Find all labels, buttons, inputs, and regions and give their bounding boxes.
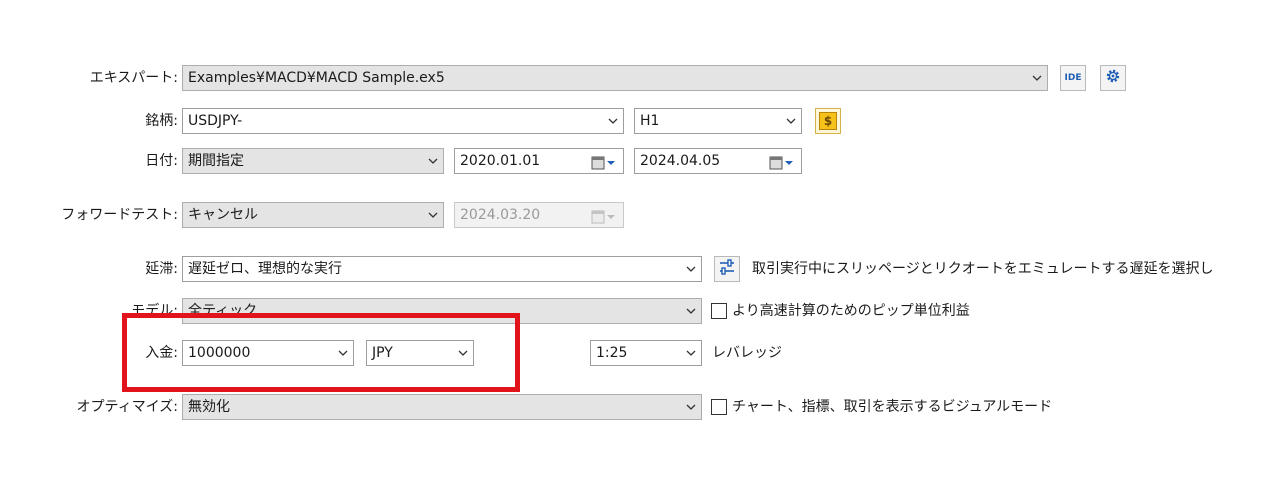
- calendar-icon[interactable]: [591, 154, 617, 170]
- chevron-down-icon: [428, 157, 438, 166]
- currency-icon: $: [819, 112, 837, 130]
- leverage-select[interactable]: 1:25: [590, 340, 702, 366]
- timeframe-value: H1: [640, 113, 660, 129]
- expert-label: エキスパート:: [89, 70, 178, 86]
- forward-mode-select[interactable]: キャンセル: [182, 202, 444, 228]
- calendar-icon: [591, 208, 617, 224]
- optimization-value: 無効化: [188, 399, 230, 415]
- ide-button[interactable]: IDE: [1060, 65, 1086, 91]
- forward-mode-value: キャンセル: [188, 207, 258, 223]
- sliders-icon: [718, 259, 736, 279]
- delay-label: 延滞:: [145, 261, 178, 277]
- chevron-down-icon: [686, 307, 696, 316]
- date-mode-select[interactable]: 期間指定: [182, 148, 444, 174]
- forward-date-value: 2024.03.20: [460, 207, 541, 223]
- chevron-down-icon: [786, 117, 796, 126]
- highlight-box: [122, 313, 520, 392]
- symbol-select[interactable]: USDJPY-: [182, 108, 624, 134]
- symbol-properties-button[interactable]: $: [815, 108, 841, 134]
- forward-date-picker: 2024.03.20: [454, 202, 624, 228]
- date-to-picker[interactable]: 2024.04.05: [634, 148, 802, 174]
- visual-mode-label: チャート、指標、取引を表示するビジュアルモード: [732, 399, 1053, 415]
- chevron-down-icon: [686, 265, 696, 274]
- chevron-down-icon: [608, 117, 618, 126]
- chevron-down-icon: [686, 349, 696, 358]
- optimization-select[interactable]: 無効化: [182, 394, 702, 420]
- timeframe-select[interactable]: H1: [634, 108, 802, 134]
- delay-value: 遅延ゼロ、理想的な実行: [188, 261, 342, 277]
- pips-profit-label: より高速計算のためのピップ単位利益: [732, 303, 970, 319]
- pips-profit-checkbox[interactable]: [711, 303, 727, 319]
- forward-label: フォワードテスト:: [61, 207, 178, 223]
- ide-icon: IDE: [1064, 73, 1082, 83]
- expert-value: Examples¥MACD¥MACD Sample.ex5: [188, 70, 445, 86]
- date-mode-value: 期間指定: [188, 153, 244, 169]
- delay-description: 取引実行中にスリッページとリクオートをエミュレートする遅延を選択し: [752, 261, 1214, 277]
- visual-mode-checkbox[interactable]: [711, 399, 727, 415]
- chevron-down-icon: [1032, 74, 1042, 83]
- date-from-picker[interactable]: 2020.01.01: [454, 148, 624, 174]
- symbol-label: 銘柄:: [145, 113, 178, 129]
- date-label: 日付:: [145, 153, 178, 169]
- optimization-label: オプティマイズ:: [76, 399, 178, 415]
- gear-icon: [1104, 67, 1122, 89]
- chevron-down-icon: [686, 403, 696, 412]
- date-from-value: 2020.01.01: [460, 153, 541, 169]
- delay-select[interactable]: 遅延ゼロ、理想的な実行: [182, 256, 702, 282]
- symbol-value: USDJPY-: [188, 113, 243, 129]
- settings-button[interactable]: [1100, 65, 1126, 91]
- calendar-icon[interactable]: [769, 154, 795, 170]
- leverage-label: レバレッジ: [712, 345, 782, 361]
- chevron-down-icon: [428, 211, 438, 220]
- delay-settings-button[interactable]: [714, 256, 740, 282]
- date-to-value: 2024.04.05: [640, 153, 721, 169]
- expert-select[interactable]: Examples¥MACD¥MACD Sample.ex5: [182, 65, 1048, 91]
- leverage-value: 1:25: [596, 345, 628, 361]
